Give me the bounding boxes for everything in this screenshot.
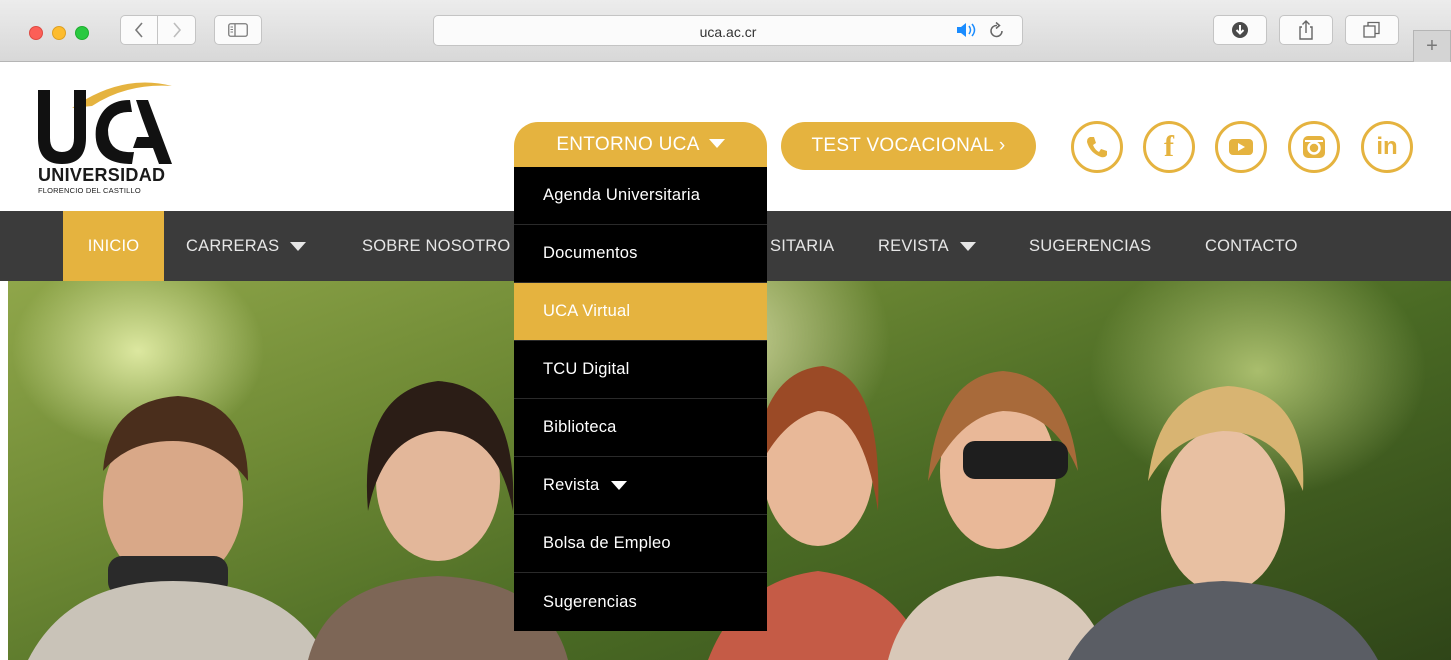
new-tab-button[interactable]: + (1413, 30, 1451, 62)
reload-icon[interactable] (989, 21, 1005, 39)
dropdown-item-sugerencias[interactable]: Sugerencias (514, 573, 767, 631)
dropdown-item-revista[interactable]: Revista (514, 457, 767, 515)
dropdown-item-label: Biblioteca (543, 418, 617, 436)
youtube-glyph (1229, 139, 1253, 155)
url-text: uca.ac.cr (699, 24, 757, 40)
chevron-right-icon (172, 22, 181, 38)
dropdown-item-label: Bolsa de Empleo (543, 534, 671, 552)
facebook-glyph: f (1164, 130, 1174, 163)
sidebar-icon (228, 23, 248, 37)
dropdown-item-label: Agenda Universitaria (543, 186, 701, 204)
caret-down-icon (959, 241, 976, 251)
forward-button[interactable] (158, 15, 196, 45)
nav-item-sobre-nosotros[interactable]: SOBRE NOSOTRO (362, 211, 510, 281)
logo-subtitle-text: FLORENCIO DEL CASTILLO (38, 186, 141, 195)
nav-item-revista[interactable]: REVISTA (878, 211, 976, 281)
phone-glyph (1087, 137, 1107, 158)
dropdown-item-label: TCU Digital (543, 360, 630, 378)
test-vocacional-button[interactable]: TEST VOCACIONAL › (781, 122, 1036, 170)
entorno-uca-button[interactable]: ENTORNO UCA (514, 122, 767, 168)
nav-item-label: SUGERENCIAS (1029, 236, 1152, 255)
dropdown-item-label: Documentos (543, 244, 638, 262)
caret-down-icon (611, 481, 628, 490)
dropdown-item-biblioteca[interactable]: Biblioteca (514, 399, 767, 457)
nav-item-label: SITARIA (770, 236, 835, 255)
nav-item-vida-universitaria[interactable]: SITARIA (770, 211, 834, 281)
dropdown-item-bolsa-de-empleo[interactable]: Bolsa de Empleo (514, 515, 767, 573)
dropdown-item-agenda-universitaria[interactable]: Agenda Universitaria (514, 167, 767, 225)
sidebar-button[interactable] (214, 15, 262, 45)
dropdown-item-label: UCA Virtual (543, 302, 631, 320)
nav-item-label: SOBRE NOSOTRO (362, 236, 511, 255)
entorno-uca-dropdown: Agenda Universitaria Documentos UCA Virt… (514, 167, 767, 631)
nav-item-contacto[interactable]: CONTACTO (1205, 211, 1298, 281)
dropdown-item-tcu-digital[interactable]: TCU Digital (514, 341, 767, 399)
caret-down-icon (708, 138, 725, 148)
dropdown-item-label: Sugerencias (543, 592, 637, 611)
speaker-icon[interactable] (956, 21, 980, 39)
nav-item-label: CONTACTO (1205, 236, 1298, 255)
address-bar[interactable]: uca.ac.cr (433, 15, 1023, 46)
dropdown-item-uca-virtual[interactable]: UCA Virtual (514, 283, 767, 341)
back-button[interactable] (120, 15, 158, 45)
nav-item-inicio[interactable]: INICIO (63, 211, 164, 281)
nav-item-sugerencias[interactable]: SUGERENCIAS (1029, 211, 1151, 281)
facebook-icon[interactable]: f (1143, 121, 1195, 173)
window-close-button[interactable] (29, 26, 43, 40)
nav-item-label: REVISTA (878, 236, 949, 255)
download-button[interactable] (1213, 15, 1267, 45)
browser-toolbar: uca.ac.cr + (0, 0, 1451, 62)
youtube-icon[interactable] (1215, 121, 1267, 173)
dropdown-item-documentos[interactable]: Documentos (514, 225, 767, 283)
share-button[interactable] (1279, 15, 1333, 45)
nav-item-label: CARRERAS (186, 236, 280, 255)
plus-icon: + (1426, 35, 1438, 57)
dropdown-item-label: Revista (543, 476, 600, 494)
tabs-icon (1363, 21, 1380, 38)
caret-down-icon (290, 241, 307, 251)
instagram-icon[interactable] (1288, 121, 1340, 173)
linkedin-glyph: in (1376, 133, 1398, 160)
instagram-glyph (1303, 136, 1325, 158)
logo-university-text: UNIVERSIDAD (38, 165, 166, 185)
window-minimize-button[interactable] (52, 26, 66, 40)
share-icon (1299, 20, 1313, 40)
download-icon (1232, 22, 1248, 38)
chevron-left-icon (134, 22, 143, 38)
window-maximize-button[interactable] (75, 26, 89, 40)
nav-item-carreras[interactable]: CARRERAS (186, 211, 307, 281)
show-tabs-button[interactable] (1345, 15, 1399, 45)
nav-item-label: INICIO (87, 236, 140, 255)
test-vocacional-label: TEST VOCACIONAL › (811, 135, 1006, 156)
entorno-uca-label: ENTORNO UCA (556, 134, 700, 155)
linkedin-icon[interactable]: in (1361, 121, 1413, 173)
phone-icon[interactable] (1071, 121, 1123, 173)
